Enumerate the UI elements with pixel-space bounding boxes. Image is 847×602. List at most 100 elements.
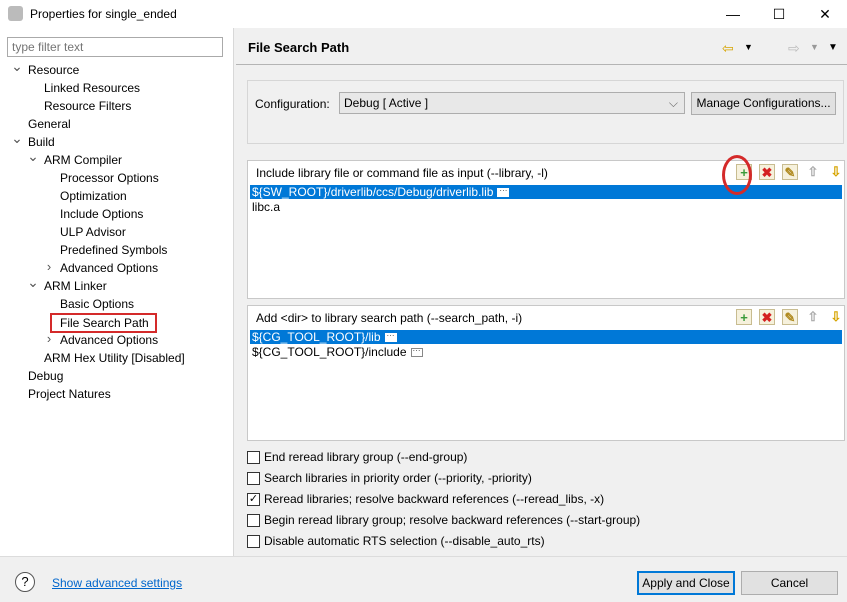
tree-item[interactable]: Resource xyxy=(28,61,79,79)
tree-item[interactable]: Processor Options xyxy=(60,169,159,187)
chevron-down-icon[interactable]: ⌄ xyxy=(27,274,39,291)
tree-item-label: Resource Filters xyxy=(44,99,132,113)
app-icon xyxy=(8,6,23,21)
chevron-right-icon[interactable]: › xyxy=(43,259,55,274)
tree-item-label: Advanced Options xyxy=(60,261,159,275)
list-item-text: ${SW_ROOT}/driverlib/ccs/Debug/driverlib… xyxy=(252,185,494,199)
checkbox-label: Search libraries in priority order (--pr… xyxy=(264,471,532,485)
tree-item-label: Optimization xyxy=(60,189,127,203)
more-icon[interactable]: ··· xyxy=(497,187,510,198)
minimize-button[interactable]: — xyxy=(710,0,756,28)
more-icon[interactable]: ··· xyxy=(410,347,423,358)
checkbox-option[interactable]: Search libraries in priority order (--pr… xyxy=(247,471,532,487)
tree-item-label: General xyxy=(28,117,71,131)
view-menu-icon[interactable]: ▼ xyxy=(828,42,838,53)
configuration-select[interactable]: Debug [ Active ] ⌵ xyxy=(339,92,685,114)
back-menu-icon[interactable]: ▼ xyxy=(744,42,753,52)
tree-item[interactable]: Project Natures xyxy=(28,385,111,403)
checkbox-option[interactable]: End reread library group (--end-group) xyxy=(247,450,467,466)
maximize-button[interactable]: ☐ xyxy=(756,0,802,28)
forward-icon[interactable]: ⇨ xyxy=(788,40,800,57)
list-item[interactable]: ${SW_ROOT}/driverlib/ccs/Debug/driverlib… xyxy=(250,185,842,199)
checkbox-label: Reread libraries; resolve backward refer… xyxy=(264,492,605,506)
close-button[interactable]: ✕ xyxy=(802,0,847,28)
library-move-up-icon[interactable]: ⇧ xyxy=(805,164,821,180)
chevron-down-icon[interactable]: ⌄ xyxy=(11,58,23,75)
search-path-edit-icon[interactable]: ✎ xyxy=(782,309,798,325)
library-delete-icon[interactable]: ✖ xyxy=(759,164,775,180)
tree-item-label: Linked Resources xyxy=(44,81,141,95)
search-path-delete-icon[interactable]: ✖ xyxy=(759,309,775,325)
tree-item[interactable]: Resource Filters xyxy=(44,97,131,115)
chevron-down-icon[interactable]: ⌄ xyxy=(11,130,23,147)
chevron-down-icon[interactable]: ⌄ xyxy=(27,148,39,165)
tree-item[interactable]: General xyxy=(28,115,71,133)
checkbox-label: Begin reread library group; resolve back… xyxy=(264,513,641,527)
tree-item-label: Predefined Symbols xyxy=(60,243,168,257)
checkbox-label: Disable automatic RTS selection (--disab… xyxy=(264,534,545,548)
checkbox-unchecked[interactable] xyxy=(247,472,260,486)
configuration-value: Debug [ Active ] xyxy=(344,96,429,110)
checkbox-unchecked[interactable] xyxy=(247,451,260,465)
tree-item[interactable]: Include Options xyxy=(60,205,143,223)
tree-item-label: Resource xyxy=(28,63,80,77)
cancel-button[interactable]: Cancel xyxy=(741,571,838,595)
tree-item[interactable]: ARM Hex Utility [Disabled] xyxy=(44,349,185,367)
tree-item-label: ARM Compiler xyxy=(44,153,123,167)
header-divider xyxy=(236,64,847,65)
list-item[interactable]: libc.a xyxy=(250,200,842,214)
checkbox-option[interactable]: Disable automatic RTS selection (--disab… xyxy=(247,534,545,550)
tree-item-label: Basic Options xyxy=(60,297,135,311)
library-panel: Include library file or command file as … xyxy=(247,160,845,299)
list-item-text: libc.a xyxy=(252,200,281,214)
library-move-down-icon[interactable]: ⇩ xyxy=(828,164,844,180)
tree-item[interactable]: Linked Resources xyxy=(44,79,140,97)
tree-item-label: Advanced Options xyxy=(60,333,159,347)
tree-item[interactable]: ARM Linker xyxy=(44,277,107,295)
checkbox-option[interactable]: Begin reread library group; resolve back… xyxy=(247,513,640,529)
filter-input[interactable] xyxy=(7,37,223,57)
list-item[interactable]: ${CG_TOOL_ROOT}/include ··· xyxy=(250,345,842,359)
highlight-circle xyxy=(722,155,752,195)
back-icon[interactable]: ⇦ xyxy=(722,40,734,57)
chevron-down-icon: ⌵ xyxy=(668,96,678,110)
apply-and-close-button[interactable]: Apply and Close xyxy=(637,571,735,595)
title-bar: Properties for single_ended — ☐ ✕ xyxy=(0,0,847,28)
tree-item[interactable]: Predefined Symbols xyxy=(60,241,167,259)
tree-item-label: ARM Hex Utility [Disabled] xyxy=(44,351,185,365)
tree-item[interactable]: Optimization xyxy=(60,187,127,205)
tree-item-label: Build xyxy=(28,135,55,149)
list-item[interactable]: ${CG_TOOL_ROOT}/lib ··· xyxy=(250,330,842,344)
more-icon[interactable]: ··· xyxy=(384,332,397,343)
search-path-add-icon[interactable]: + xyxy=(736,309,752,325)
tree-item[interactable]: ARM Compiler xyxy=(44,151,122,169)
checkbox-checked[interactable]: ✓ xyxy=(247,493,260,507)
tree-item[interactable]: ULP Advisor xyxy=(60,223,126,241)
tree-item-label: File Search Path xyxy=(50,313,157,333)
tree-item-label: Project Natures xyxy=(28,387,111,401)
tree-item[interactable]: Basic Options xyxy=(60,295,134,313)
tree-item[interactable]: Advanced Options xyxy=(60,331,158,349)
page-title: File Search Path xyxy=(248,40,350,55)
checkbox-option[interactable]: ✓ Reread libraries; resolve backward refe… xyxy=(247,492,604,508)
show-advanced-settings-link[interactable]: Show advanced settings xyxy=(52,576,182,590)
tree-item[interactable]: Debug xyxy=(28,367,63,385)
tree-item[interactable]: Advanced Options xyxy=(60,259,158,277)
search-path-move-down-icon[interactable]: ⇩ xyxy=(828,309,844,325)
list-item-text: ${CG_TOOL_ROOT}/lib xyxy=(252,330,381,344)
search-path-move-up-icon[interactable]: ⇧ xyxy=(805,309,821,325)
manage-configurations-button[interactable]: Manage Configurations... xyxy=(691,92,836,115)
tree-item-label: Debug xyxy=(28,369,64,383)
library-edit-icon[interactable]: ✎ xyxy=(782,164,798,180)
search-path-panel: Add <dir> to library search path (--sear… xyxy=(247,305,845,441)
help-icon[interactable]: ? xyxy=(15,572,35,592)
configuration-label: Configuration: xyxy=(255,97,330,111)
checkbox-unchecked[interactable] xyxy=(247,514,260,528)
tree-item[interactable]: File Search Path xyxy=(50,313,157,333)
tree-item-label: ULP Advisor xyxy=(60,225,126,239)
window-title: Properties for single_ended xyxy=(30,7,177,21)
chevron-right-icon[interactable]: › xyxy=(43,331,55,346)
tree-item-label: Processor Options xyxy=(60,171,159,185)
forward-menu-icon[interactable]: ▼ xyxy=(810,42,819,52)
checkbox-unchecked[interactable] xyxy=(247,535,260,549)
